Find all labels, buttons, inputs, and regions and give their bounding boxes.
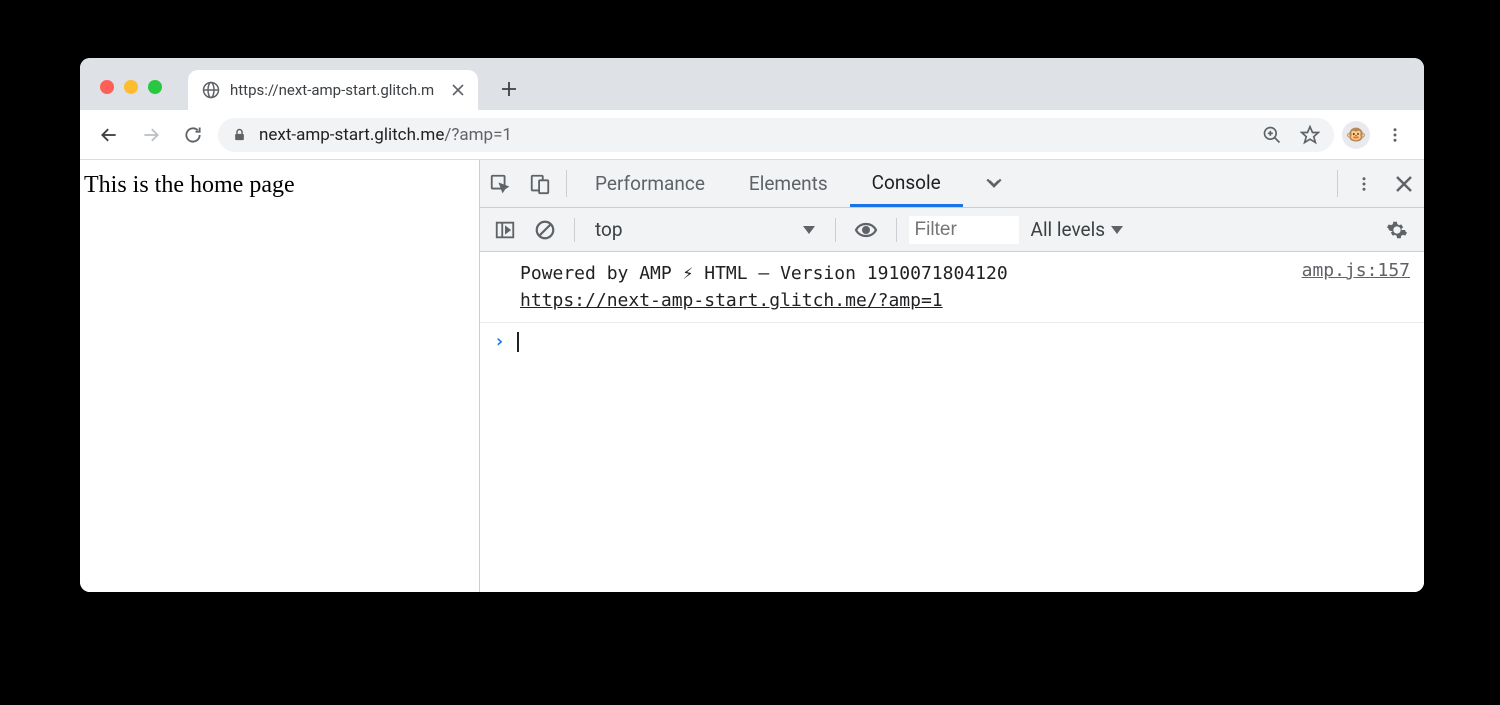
close-window-button[interactable] xyxy=(100,80,114,94)
profile-avatar[interactable]: 🐵 xyxy=(1342,121,1370,149)
console-toolbar: top All levels xyxy=(480,208,1424,252)
inspect-element-icon[interactable] xyxy=(480,160,520,207)
url-domain: next-amp-start.glitch.me xyxy=(259,125,444,145)
prompt-caret-icon: › xyxy=(494,331,505,352)
menu-button[interactable] xyxy=(1378,118,1412,152)
context-selector[interactable]: top xyxy=(587,218,823,241)
separator xyxy=(574,218,575,242)
chevron-down-icon xyxy=(1111,226,1123,234)
omnibox[interactable]: next-amp-start.glitch.me/?amp=1 xyxy=(218,118,1334,152)
minimize-window-button[interactable] xyxy=(124,80,138,94)
context-label: top xyxy=(595,218,623,241)
browser-tab[interactable]: https://next-amp-start.glitch.m xyxy=(188,70,478,110)
page-body-text: This is the home page xyxy=(84,172,295,198)
separator xyxy=(835,218,836,242)
zoom-icon[interactable] xyxy=(1262,125,1282,145)
filter-input[interactable] xyxy=(909,216,1019,244)
log-message: Powered by AMP ⚡ HTML – Version 19100718… xyxy=(520,260,1282,314)
devtools-tabbar: Performance Elements Console xyxy=(480,160,1424,208)
tab-console[interactable]: Console xyxy=(850,160,963,207)
new-tab-button[interactable] xyxy=(490,70,528,108)
live-expression-icon[interactable] xyxy=(848,208,884,251)
text-cursor xyxy=(517,332,519,352)
browser-window: https://next-amp-start.glitch.m next-amp… xyxy=(80,58,1424,592)
separator xyxy=(566,170,567,197)
separator xyxy=(896,218,897,242)
tab-title: https://next-amp-start.glitch.m xyxy=(230,81,450,99)
maximize-window-button[interactable] xyxy=(148,80,162,94)
star-icon[interactable] xyxy=(1300,125,1320,145)
window-controls xyxy=(92,80,170,110)
devtools-close-icon[interactable] xyxy=(1384,160,1424,207)
globe-icon xyxy=(202,81,220,99)
content-area: This is the home page Performance Elemen… xyxy=(80,160,1424,592)
url-path: /?amp=1 xyxy=(444,125,512,145)
address-bar: next-amp-start.glitch.me/?amp=1 🐵 xyxy=(80,110,1424,160)
clear-console-icon[interactable] xyxy=(528,208,562,251)
tab-strip: https://next-amp-start.glitch.m xyxy=(80,58,1424,110)
page-viewport: This is the home page xyxy=(80,160,480,592)
sidebar-toggle-icon[interactable] xyxy=(488,208,522,251)
forward-button[interactable] xyxy=(134,118,168,152)
reload-button[interactable] xyxy=(176,118,210,152)
console-prompt[interactable]: › xyxy=(480,323,1424,360)
separator xyxy=(1337,170,1338,197)
log-source-link[interactable]: amp.js:157 xyxy=(1302,260,1410,281)
console-output: Powered by AMP ⚡ HTML – Version 19100718… xyxy=(480,252,1424,592)
chevron-down-icon xyxy=(803,226,815,234)
levels-label: All levels xyxy=(1031,218,1106,241)
close-tab-icon[interactable] xyxy=(450,82,466,98)
console-settings-icon[interactable] xyxy=(1386,219,1416,241)
log-text: Powered by AMP ⚡ HTML – Version 19100718… xyxy=(520,263,1008,284)
devtools-panel: Performance Elements Console xyxy=(480,160,1424,592)
back-button[interactable] xyxy=(92,118,126,152)
log-url-link[interactable]: https://next-amp-start.glitch.me/?amp=1 xyxy=(520,290,943,311)
log-levels-selector[interactable]: All levels xyxy=(1025,218,1130,241)
url-text: next-amp-start.glitch.me/?amp=1 xyxy=(259,125,512,145)
lock-icon xyxy=(232,126,247,143)
devtools-menu-icon[interactable] xyxy=(1344,160,1384,207)
more-tabs-icon[interactable] xyxy=(963,160,1025,207)
device-toggle-icon[interactable] xyxy=(520,160,560,207)
tab-performance[interactable]: Performance xyxy=(573,160,727,207)
omnibox-actions xyxy=(1262,125,1320,145)
tab-elements[interactable]: Elements xyxy=(727,160,850,207)
console-log-row[interactable]: Powered by AMP ⚡ HTML – Version 19100718… xyxy=(480,252,1424,323)
